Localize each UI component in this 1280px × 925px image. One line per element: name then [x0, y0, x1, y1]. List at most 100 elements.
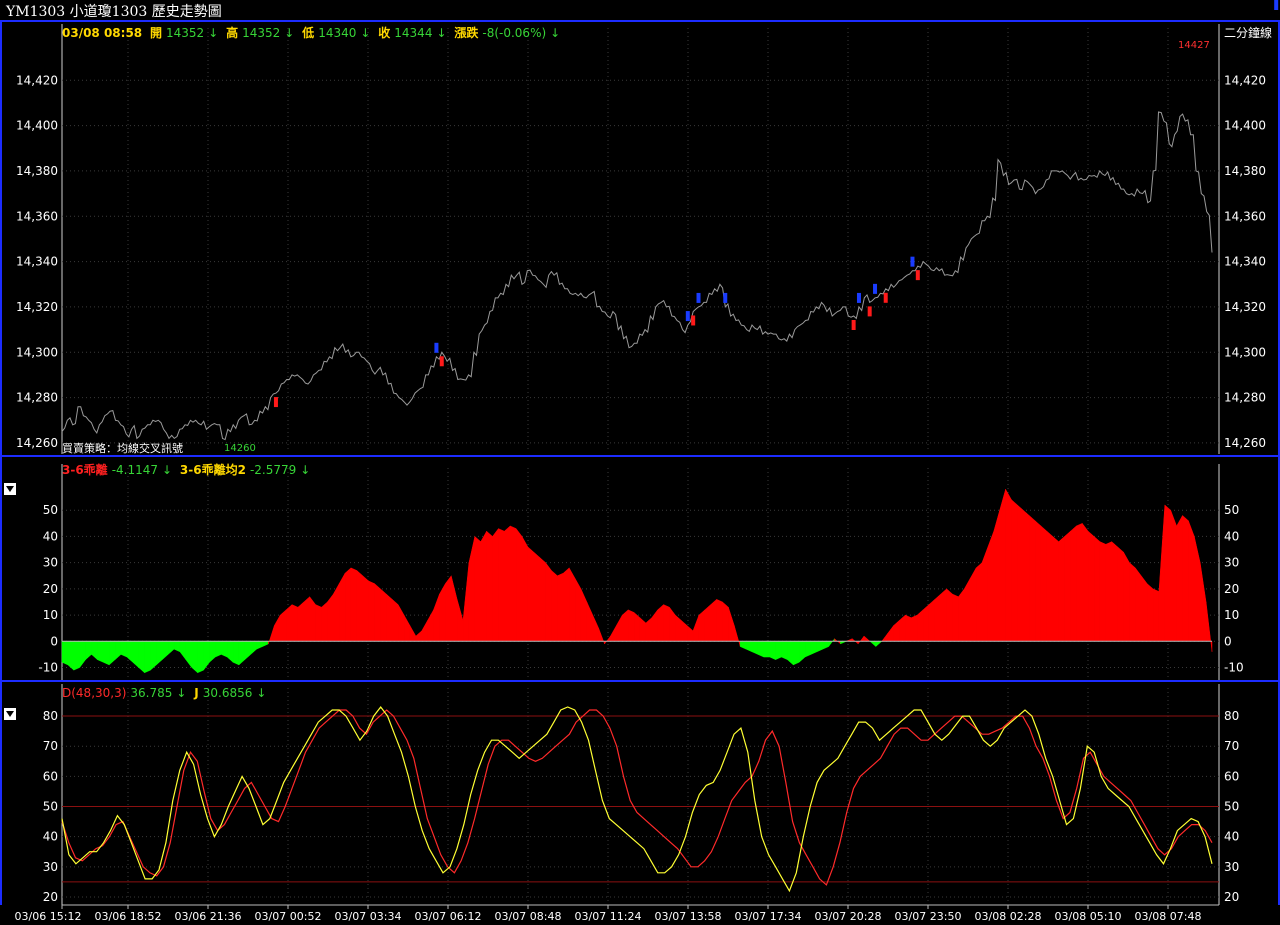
- change-value: -8(-0.06%): [482, 26, 547, 40]
- oscillator-area-segment: [445, 575, 452, 642]
- y-tick-label-left: 40: [43, 830, 58, 844]
- x-tick-label: 03/07 23:50: [895, 910, 962, 923]
- oscillator-area-segment: [627, 609, 635, 642]
- oscillator-area-segment: [899, 614, 906, 642]
- y-tick-label-right: 40: [1224, 529, 1239, 543]
- oscillator-area-segment: [557, 572, 564, 642]
- oscillator-area-segment: [362, 575, 369, 642]
- x-tick-label: 03/08 05:10: [1055, 910, 1122, 923]
- down-arrow-icon: ↓: [300, 463, 311, 477]
- oscillator-area-segment: [793, 641, 800, 666]
- oscillator-area-segment: [616, 614, 623, 642]
- oscillator-area-segment: [692, 614, 700, 642]
- oscillator-area-segment: [734, 625, 741, 647]
- x-tick-label: 03/08 02:28: [975, 910, 1042, 923]
- oscillator-area-segment: [103, 641, 110, 666]
- oscillator-area-segment: [486, 530, 493, 642]
- oscillator-area-segment: [568, 566, 576, 642]
- oscillator-area-segment: [427, 608, 434, 642]
- oscillator-collapse-toggle[interactable]: [4, 483, 16, 495]
- oscillator-area-segment: [238, 641, 246, 666]
- y-tick-label-left: 80: [43, 709, 58, 723]
- oscillator-area-segment: [545, 561, 552, 642]
- buy-signal-marker: [691, 315, 696, 326]
- oscillator-area-segment: [781, 641, 788, 661]
- buy-signal-marker: [883, 292, 888, 303]
- oscillator-area-segment: [910, 614, 918, 642]
- y-tick-label-right: 14,360: [1224, 209, 1266, 223]
- oscillator-area-segment: [622, 609, 629, 642]
- oscillator-area-segment: [79, 641, 86, 669]
- low-value: 14340: [318, 26, 357, 40]
- oscillator-area-segment: [1064, 530, 1071, 642]
- oscillator-area-segment: [916, 609, 924, 642]
- buy-signal-marker: [439, 356, 444, 367]
- osc-name2: 3-6乖離均2: [179, 463, 246, 477]
- oscillator-area-segment: [162, 641, 169, 661]
- oscillator-area-segment: [787, 641, 794, 666]
- oscillator-area-segment: [639, 617, 647, 642]
- oscillator-area-segment: [964, 577, 971, 642]
- y-tick-label-left: 14,420: [16, 73, 58, 87]
- oscillator-area-segment: [728, 607, 735, 642]
- oscillator-area-segment: [1070, 525, 1077, 642]
- y-tick-label-left: 0: [50, 634, 58, 648]
- oscillator-area-segment: [1182, 514, 1189, 642]
- kd-collapse-toggle[interactable]: [4, 708, 16, 720]
- oscillator-area-segment: [763, 641, 770, 658]
- oscillator-area-segment: [1082, 522, 1089, 642]
- oscillator-area-segment: [315, 604, 322, 642]
- price-datetime: 03/08 08:58: [62, 26, 143, 40]
- oscillator-area-segment: [999, 489, 1006, 642]
- oscillator-area-segment: [804, 641, 812, 658]
- sell-signal-marker: [696, 292, 701, 303]
- oscillator-area-segment: [1158, 504, 1166, 642]
- oscillator-area-segment: [645, 617, 652, 642]
- sell-signal-marker: [723, 292, 728, 303]
- oscillator-area-segment: [380, 588, 387, 642]
- oscillator-area-segment: [1129, 562, 1136, 642]
- oscillator-area-segment: [403, 614, 411, 642]
- oscillator-area-segment: [209, 641, 216, 663]
- oscillator-area-segment: [887, 624, 894, 642]
- oscillator-area-segment: [857, 635, 865, 645]
- down-arrow-icon: ↓: [284, 26, 295, 40]
- y-tick-label-right: 14,300: [1224, 345, 1266, 359]
- down-arrow-icon: ↓: [176, 686, 187, 700]
- sell-signal-marker: [856, 292, 861, 303]
- oscillator-area-segment: [462, 562, 470, 642]
- oscillator-area-segment: [987, 531, 995, 642]
- oscillator-area-segment: [539, 556, 546, 642]
- oscillator-area-segment: [108, 641, 116, 666]
- oscillator-area-segment: [1170, 510, 1177, 642]
- oscillator-area-segment: [680, 619, 688, 642]
- y-tick-label-right: 14,320: [1224, 300, 1266, 314]
- y-tick-label-left: 30: [43, 860, 58, 874]
- y-tick-label-right: -10: [1224, 661, 1244, 675]
- oscillator-area-segment: [751, 641, 759, 655]
- oscillator-area-segment: [73, 641, 80, 671]
- oscillator-area-segment: [1123, 551, 1130, 642]
- oscillator-area-segment: [863, 635, 871, 642]
- oscillator-area-segment: [981, 546, 989, 642]
- buy-signal-marker: [915, 270, 920, 281]
- y-tick-label-left: 14,400: [16, 119, 58, 133]
- buy-signal-marker: [273, 397, 278, 408]
- sell-signal-marker: [910, 256, 915, 267]
- y-tick-label-right: 20: [1224, 890, 1239, 904]
- oscillator-area-segment: [232, 641, 240, 666]
- y-tick-label-left: 14,280: [16, 391, 58, 405]
- change-label: 漲跌: [454, 26, 479, 40]
- down-arrow-icon: ↓: [208, 26, 219, 40]
- oscillator-area-segment: [675, 614, 682, 642]
- y-tick-label-left: 14,380: [16, 164, 58, 178]
- oscillator-area-segment: [226, 641, 234, 663]
- y-tick-label-right: 20: [1224, 582, 1239, 596]
- oscillator-area-segment: [586, 601, 594, 642]
- oscillator-area-segment: [138, 641, 145, 674]
- oscillator-area-segment: [85, 641, 92, 661]
- oscillator-area-segment: [415, 630, 422, 642]
- oscillator-area-segment: [993, 510, 1000, 642]
- oscillator-area-segment: [633, 611, 641, 642]
- oscillator-area-segment: [498, 528, 505, 642]
